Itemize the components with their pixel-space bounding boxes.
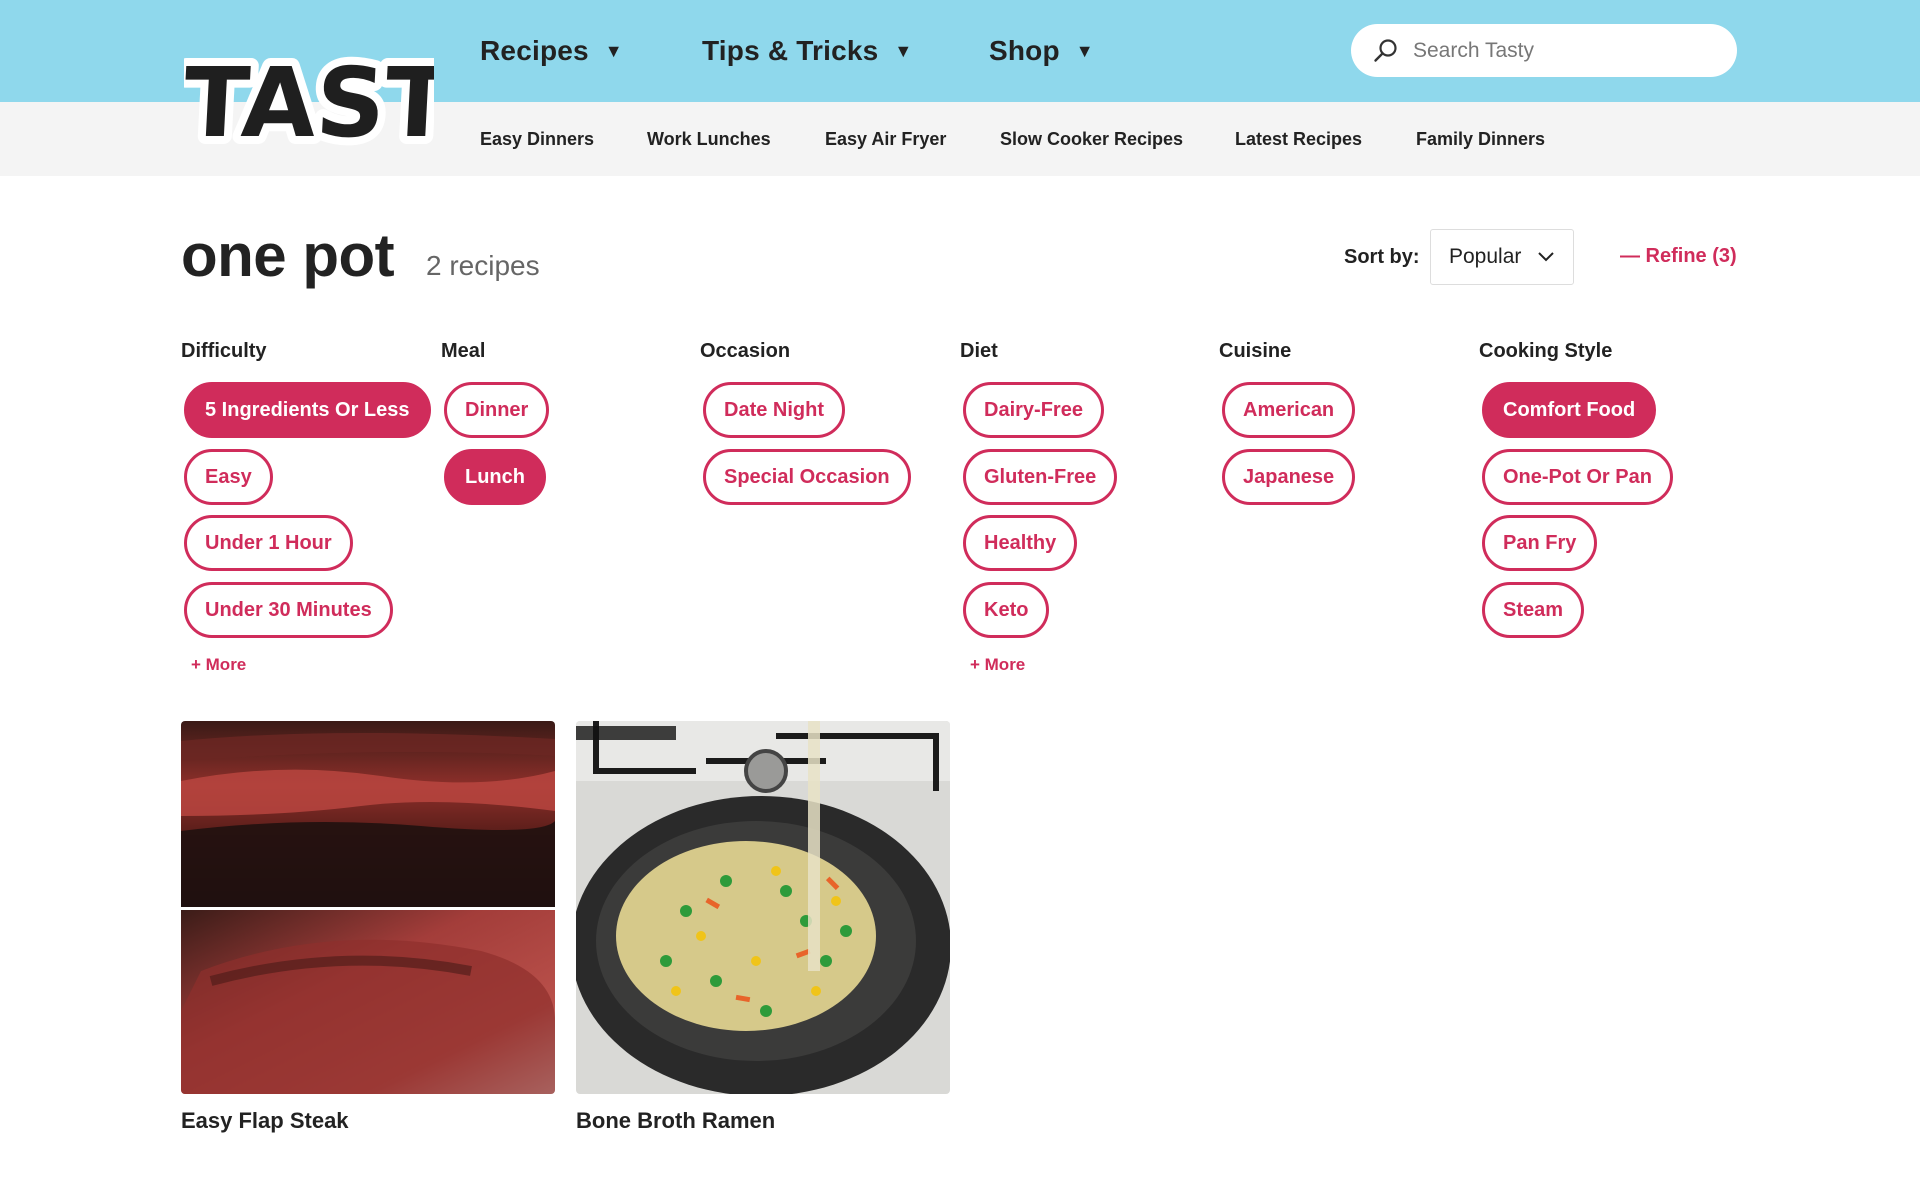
tasty-logo-mark: TASTY TASTY (173, 39, 533, 167)
filter-heading: Occasion (700, 340, 791, 362)
filter-chip[interactable]: Steam (1482, 582, 1585, 638)
more-link[interactable]: + More (970, 655, 1025, 675)
filter-chip[interactable]: 5 Ingredients Or Less (184, 382, 431, 438)
recipe-count: 2 recipes (426, 250, 540, 281)
recipe-card[interactable]: Bone Broth Ramen (576, 721, 950, 1136)
nav-tips-tricks[interactable]: Tips & Tricks ▼ (702, 0, 912, 102)
filter-chip[interactable]: Lunch (444, 449, 546, 505)
nav-recipes[interactable]: Recipes ▼ (480, 0, 623, 102)
nav-shop-label: Shop (989, 35, 1060, 66)
filter-group-cuisine: Cuisine American Japanese (1219, 338, 1469, 505)
filter-chip[interactable]: Under 1 Hour (184, 515, 353, 571)
nav-shop[interactable]: Shop ▼ (989, 0, 1094, 102)
subnav-slow-cooker[interactable]: Slow Cooker Recipes (1000, 102, 1183, 176)
svg-text:TASTY: TASTY (184, 47, 434, 154)
chevron-down-icon (1538, 252, 1554, 262)
filter-group-occasion: Occasion Date Night Special Occasion (700, 338, 950, 505)
subnav-family-dinners[interactable]: Family Dinners (1416, 102, 1545, 176)
filter-heading: Diet (960, 340, 998, 362)
caret-down-icon: ▼ (604, 40, 623, 61)
sort-value: Popular (1449, 245, 1522, 268)
search-icon (1374, 38, 1397, 62)
subnav-work-lunches[interactable]: Work Lunches (647, 102, 771, 176)
filter-chip[interactable]: Comfort Food (1482, 382, 1657, 438)
filter-chip[interactable]: One-Pot Or Pan (1482, 449, 1673, 505)
filter-chip[interactable]: Dinner (444, 382, 550, 438)
recipe-title: Bone Broth Ramen (576, 1108, 776, 1133)
steak-photo (181, 721, 555, 1094)
recipe-card[interactable]: Easy Flap Steak (181, 721, 555, 1136)
filter-chip[interactable]: American (1222, 382, 1356, 438)
filter-heading: Cooking Style (1479, 340, 1613, 362)
filter-chip[interactable]: Gluten-Free (963, 449, 1118, 505)
search-input[interactable] (1413, 38, 1713, 63)
filter-group-meal: Meal Dinner Lunch (441, 338, 691, 505)
filter-chip[interactable]: Pan Fry (1482, 515, 1598, 571)
filter-heading: Cuisine (1219, 340, 1292, 362)
filter-chip[interactable]: Healthy (963, 515, 1078, 571)
filter-group-cooking-style: Cooking Style Comfort Food One-Pot Or Pa… (1479, 338, 1729, 638)
recipe-title: Easy Flap Steak (181, 1108, 349, 1133)
filter-heading: Meal (441, 340, 486, 362)
caret-down-icon: ▼ (894, 40, 913, 61)
nav-tips-label: Tips & Tricks (702, 35, 879, 66)
filter-chip[interactable]: Dairy-Free (963, 382, 1104, 438)
more-link[interactable]: + More (191, 655, 246, 675)
nav-recipes-label: Recipes (480, 35, 589, 66)
search-box[interactable] (1351, 24, 1737, 77)
filter-group-difficulty: Difficulty 5 Ingredients Or Less Easy Un… (181, 338, 431, 674)
refine-toggle[interactable]: — Refine (3) (1620, 243, 1737, 269)
sort-label: Sort by: (1344, 246, 1420, 268)
subnav-latest-recipes[interactable]: Latest Recipes (1235, 102, 1362, 176)
sort-dropdown[interactable]: Popular (1430, 229, 1574, 285)
filter-chip[interactable]: Easy (184, 449, 273, 505)
filter-group-diet: Diet Dairy-Free Gluten-Free Healthy Keto… (960, 338, 1210, 674)
filter-heading: Difficulty (181, 340, 267, 362)
tasty-logo[interactable]: TASTY TASTY (173, 24, 533, 167)
subnav-easy-air-fryer[interactable]: Easy Air Fryer (825, 102, 946, 176)
ramen-pan-photo (576, 721, 950, 1094)
page-title: one pot (181, 222, 395, 289)
filter-chip[interactable]: Under 30 Minutes (184, 582, 393, 638)
subnav-easy-dinners[interactable]: Easy Dinners (480, 102, 594, 176)
filter-chip[interactable]: Keto (963, 582, 1050, 638)
filter-chip[interactable]: Date Night (703, 382, 845, 438)
filter-chip[interactable]: Japanese (1222, 449, 1356, 505)
caret-down-icon: ▼ (1075, 40, 1094, 61)
filter-chip[interactable]: Special Occasion (703, 449, 911, 505)
